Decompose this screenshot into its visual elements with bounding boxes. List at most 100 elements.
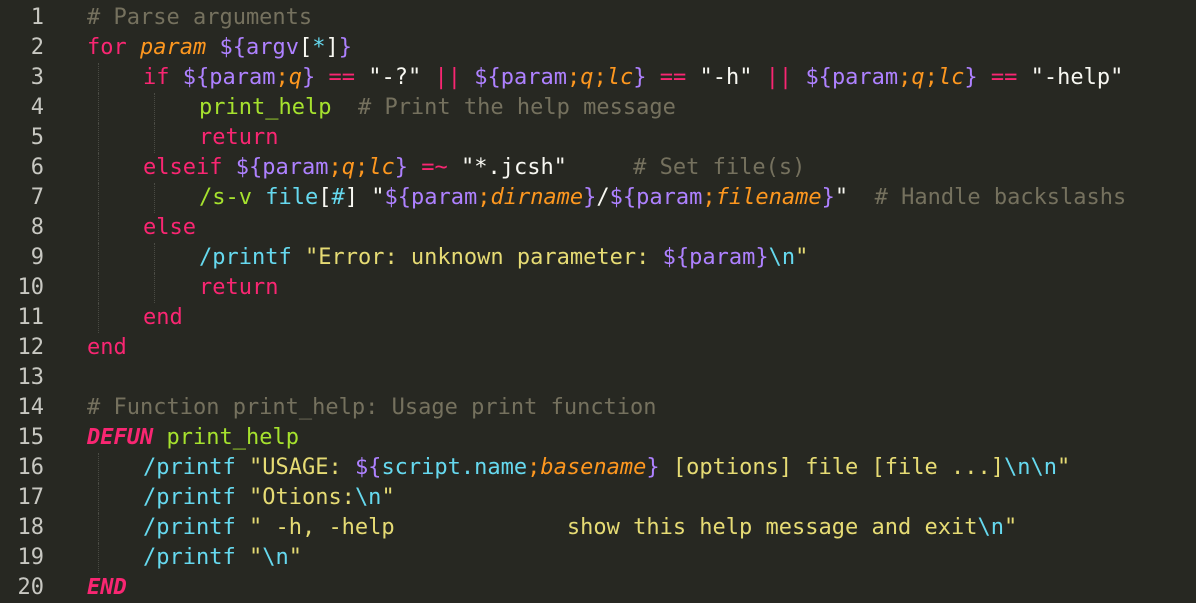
code-line[interactable]: 5 return [0,123,1196,153]
code-line[interactable]: 20 END [0,573,1196,603]
code-line[interactable]: 4 print_help # Print the help message [0,93,1196,123]
code-token: \n [354,485,382,510]
code-token: "*.jcsh" [460,155,567,180]
code-token: || [765,65,793,90]
code-text: print_help # Print the help message [199,93,676,123]
line-number: 7 [30,185,44,210]
indent-guide [98,183,99,213]
code-token: ${ [384,185,411,210]
code-token: ${ [182,65,210,90]
code-line[interactable]: 15 DEFUN print_help [0,423,1196,453]
code-token: return [199,125,279,150]
indent-guide [98,483,99,513]
code-token: elseif [143,155,223,180]
code-token: end [143,305,183,330]
code-token: \n [977,515,1004,540]
code-token: \n\n [1003,455,1057,480]
code-token: ${ [662,245,690,270]
code-token: } [583,185,597,210]
line-number: 10 [17,275,45,300]
indent-guide [154,273,155,303]
code-line[interactable]: 16/printf "USAGE: ${script.name;basename… [0,453,1196,483]
code-token: == [990,65,1018,90]
indent-guide [98,63,99,93]
code-token: ; [898,65,912,90]
code-editor[interactable]: 1 # Parse arguments 2 for param ${argv[*]} 3… [0,0,1196,602]
code-text: /s-v file[#] "${param;dirname}/${param;f… [199,183,1126,213]
code-line[interactable]: 13 [0,363,1196,393]
code-token: ${ [805,65,832,90]
line-number: 11 [17,305,45,330]
code-token: param [140,35,207,60]
code-token: * [312,35,326,60]
code-token: return [199,275,279,300]
code-line[interactable]: 10 return [0,273,1196,303]
code-text: /printf "Otions:\n" [143,483,395,513]
line-number: 19 [17,545,45,570]
code-line[interactable]: 9/printf "Error: unknown parameter: ${pa… [0,243,1196,273]
code-token: q [911,65,925,90]
indent-guide [98,543,99,573]
code-token: } [633,65,647,90]
code-token: ] [325,35,339,60]
code-line[interactable]: 11 end [0,303,1196,333]
code-token: " [1003,515,1018,540]
code-token: "USAGE: [248,455,355,480]
code-token: ; [924,65,938,90]
code-token: \n [262,545,289,570]
code-token: " [834,185,849,210]
code-token: } [964,65,978,90]
code-token: == [328,65,355,90]
code-line[interactable]: 2 for param ${argv[*]} [0,33,1196,63]
code-token: param [410,185,478,210]
line-number: 1 [30,5,44,30]
code-line[interactable]: 8 else [0,213,1196,243]
code-token: } [821,185,835,210]
code-token: basename [540,455,647,480]
code-token: ; [354,155,369,180]
line-number: 5 [30,125,44,150]
code-token: /printf [143,545,236,570]
code-line[interactable]: 19/printf "\n" [0,543,1196,573]
code-token: [ [298,35,313,60]
code-line[interactable]: 1 # Parse arguments [0,3,1196,33]
code-token: } [301,65,316,90]
code-text: end [143,303,183,333]
line-number: 2 [30,35,44,60]
indent-guide [98,93,99,123]
indent-guide [98,453,99,483]
code-token: [options] file [file ...] [659,455,1004,480]
line-number: 9 [30,245,44,270]
indent-guide [98,303,99,333]
code-token: /printf [143,485,236,510]
code-line[interactable]: 17/printf "Otions:\n" [0,483,1196,513]
code-token: } [755,245,769,270]
line-number: 12 [17,335,45,360]
code-line[interactable]: 12 end [0,333,1196,363]
code-token: /s-v [199,185,252,210]
code-token: param [689,245,756,270]
indent-guide [98,213,99,243]
line-number: 20 [17,575,45,600]
code-line[interactable]: 6 elseif ${param;q;lc} =~ "*.jcsh" # Set … [0,153,1196,183]
indent-guide [154,93,155,123]
code-line[interactable]: 7/s-v file[#] "${param;dirname}/${param;… [0,183,1196,213]
code-token: param [636,185,703,210]
code-line[interactable]: 18/printf " -h, -help show this help mes… [0,513,1196,543]
code-token: print_help [199,95,332,120]
line-number: 6 [30,155,44,180]
indent-guide [154,243,155,273]
code-line[interactable]: 14 # Function print_help: Usage print fun… [0,393,1196,423]
code-line[interactable]: 3 if ${param;q} == "-?" || ${param;q;lc} … [0,63,1196,93]
code-token: # [331,185,345,210]
code-token: /printf [143,515,236,540]
